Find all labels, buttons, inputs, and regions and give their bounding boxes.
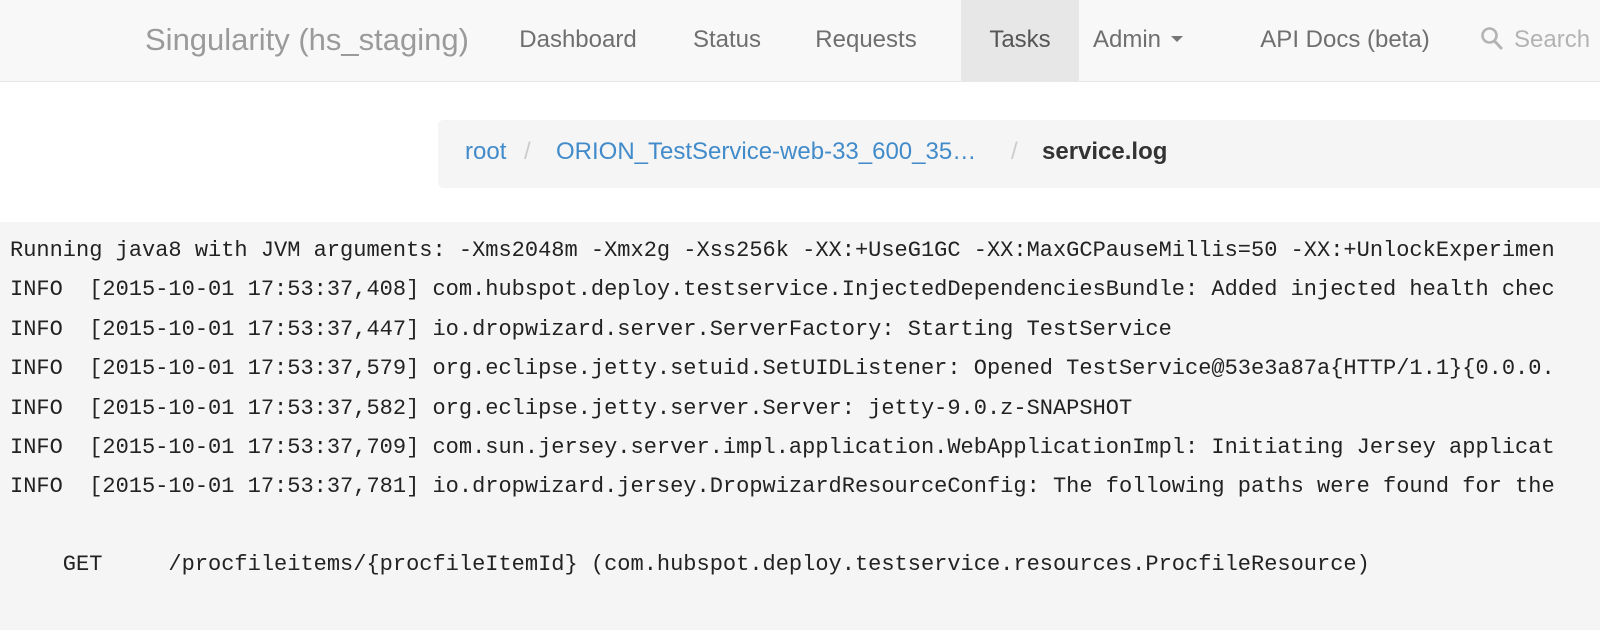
log-line: INFO [2015-10-01 17:53:37,408] com.hubsp… — [10, 277, 1555, 302]
log-line: INFO [2015-10-01 17:53:37,781] io.dropwi… — [10, 474, 1555, 499]
breadcrumb-root[interactable]: root — [465, 120, 506, 188]
nav-api-docs[interactable]: API Docs (beta) — [1246, 0, 1444, 81]
caret-down-icon — [1171, 36, 1184, 43]
brand-title[interactable]: Singularity (hs_staging) — [145, 0, 469, 82]
search-icon — [1481, 27, 1503, 50]
breadcrumb: root / ORION_TestService-web-33_600_35… … — [438, 120, 1600, 188]
nav-status[interactable]: Status — [682, 0, 772, 81]
breadcrumb-separator: / — [1011, 138, 1018, 165]
log-viewer[interactable]: Running java8 with JVM arguments: -Xms20… — [0, 222, 1600, 630]
nav-admin-dropdown[interactable]: Admin — [1093, 0, 1213, 81]
log-line: INFO [2015-10-01 17:53:37,579] org.eclip… — [10, 356, 1555, 381]
nav-dashboard[interactable]: Dashboard — [510, 0, 646, 81]
breadcrumb-current-file: service.log — [1042, 138, 1168, 165]
log-line: INFO [2015-10-01 17:53:37,447] io.dropwi… — [10, 317, 1172, 342]
nav-requests[interactable]: Requests — [808, 0, 924, 81]
breadcrumb-task-folder[interactable]: ORION_TestService-web-33_600_35… — [556, 120, 976, 188]
search-link[interactable]: Search — [1480, 0, 1590, 81]
nav-tasks[interactable]: Tasks — [961, 0, 1079, 81]
log-line: Running java8 with JVM arguments: -Xms20… — [10, 238, 1555, 263]
nav-admin-label: Admin — [1093, 26, 1162, 53]
log-line: INFO [2015-10-01 17:53:37,582] org.eclip… — [10, 396, 1133, 421]
top-navbar: Singularity (hs_staging) Dashboard Statu… — [0, 0, 1600, 82]
log-line: INFO [2015-10-01 17:53:37,709] com.sun.j… — [10, 435, 1555, 460]
search-label: Search — [1514, 26, 1591, 53]
log-line: GET /procfileitems/{procfileItemId} (com… — [10, 552, 1370, 577]
breadcrumb-separator: / — [524, 138, 531, 165]
